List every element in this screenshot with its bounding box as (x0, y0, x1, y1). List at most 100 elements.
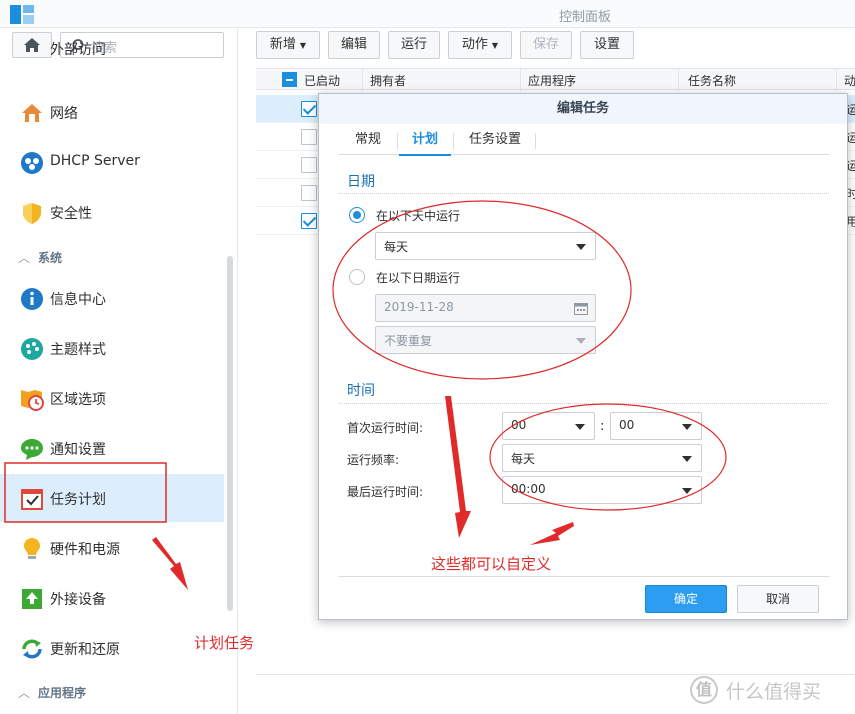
sidebar-item-theme[interactable]: 主题样式 (0, 324, 224, 372)
annotation-customizable: 这些都可以自定义 (431, 555, 552, 573)
create-button[interactable]: 新增 ▼ (256, 31, 320, 59)
sidebar-item-hardware-power[interactable]: 硬件和电源 (0, 524, 224, 572)
dropdown-arrow-icon (682, 456, 692, 462)
sidebar: 搜索 外部访问 网络 DHCP Server 安全性 ︿ 系统 信息中心 主题样… (0, 28, 238, 714)
sidebar-item-notification[interactable]: 通知设置 (0, 424, 224, 472)
sidebar-item-update-restore[interactable]: 更新和还原 (0, 624, 224, 672)
sidebar-item-dhcp-server[interactable]: DHCP Server (0, 138, 224, 186)
section-label: 系统 (38, 251, 63, 265)
ok-button[interactable]: 确定 (645, 585, 727, 613)
sidebar-item-label: 网络 (50, 106, 78, 122)
action-button-label: 动作 (461, 37, 488, 52)
run-on-date-radio[interactable] (349, 269, 365, 285)
create-button-label: 新增 (269, 37, 296, 52)
sidebar-item-regional-options[interactable]: 区域选项 (0, 374, 224, 422)
sidebar-item-label: 信息中心 (50, 292, 106, 308)
sidebar-item-info-center[interactable]: 信息中心 (0, 274, 224, 322)
annotation-scheduled-task: 计划任务 (194, 634, 255, 652)
run-button[interactable]: 运行 (388, 31, 440, 59)
select-all-checkbox[interactable] (282, 72, 297, 87)
dhcp-server-icon (21, 152, 43, 174)
frequency-label: 运行频率: (347, 453, 400, 467)
sidebar-item-label: 安全性 (50, 206, 92, 222)
dropdown-arrow-icon (575, 424, 585, 430)
run-on-days-radio[interactable] (349, 207, 365, 223)
run-on-days-label: 在以下天中运行 (376, 209, 461, 223)
dropdown-arrow-icon (576, 244, 586, 250)
caret-down-icon: ▼ (491, 41, 499, 50)
edit-button[interactable]: 编辑 (328, 31, 380, 59)
first-run-hour-value: 00 (511, 418, 527, 432)
sidebar-item-label: 任务计划 (50, 492, 106, 508)
theme-palette-icon (21, 338, 43, 360)
days-select-value: 每天 (384, 240, 409, 254)
sidebar-item-task-scheduler[interactable]: 任务计划 (0, 474, 224, 522)
settings-button[interactable]: 设置 (580, 31, 634, 59)
action-button[interactable]: 动作 ▼ (448, 31, 512, 59)
enabled-checkbox[interactable] (301, 185, 317, 201)
section-divider (339, 193, 829, 194)
last-run-time-value: 00:00 (511, 482, 546, 496)
notification-icon (21, 439, 43, 460)
tab-general[interactable]: 常规 (339, 125, 397, 155)
section-divider (339, 403, 829, 404)
enabled-checkbox[interactable] (301, 101, 317, 117)
edit-task-dialog: 编辑任务 常规 计划 任务设置 日期 在以下天中运行 每天 在以下日期运行 20… (318, 93, 848, 620)
column-header-owner[interactable]: 拥有者 (370, 72, 406, 89)
table-header: 已启动 拥有者 应用程序 任务名称 动 (256, 68, 855, 91)
sidebar-item-security[interactable]: 安全性 (0, 188, 224, 236)
dialog-title: 编辑任务 (319, 94, 847, 124)
divider (256, 674, 855, 675)
column-header-application[interactable]: 应用程序 (528, 72, 576, 89)
repeat-select[interactable]: 不要重复 (375, 326, 596, 354)
sidebar-item-label: 区域选项 (50, 392, 106, 408)
column-header-action[interactable]: 动 (844, 72, 855, 89)
sidebar-item-external-access[interactable]: 外部访问 (0, 42, 224, 72)
sidebar-item-network[interactable]: 网络 (0, 88, 224, 136)
sidebar-item-label: 更新和还原 (50, 642, 120, 658)
sidebar-item-label: 主题样式 (50, 342, 106, 358)
tab-schedule[interactable]: 计划 (399, 125, 451, 156)
watermark-logo-icon: 值 (690, 676, 718, 704)
section-apps[interactable]: ︿ 应用程序 (18, 684, 86, 701)
column-header-enabled[interactable]: 已启动 (304, 72, 340, 89)
frequency-select-value: 每天 (511, 452, 536, 466)
time-section-title: 时间 (347, 383, 375, 399)
sidebar-scrollbar[interactable] (227, 256, 233, 611)
date-section-title: 日期 (347, 174, 375, 190)
sidebar-item-label: 外接设备 (50, 592, 106, 608)
cancel-button[interactable]: 取消 (737, 585, 819, 613)
chevron-up-icon: ︿ (18, 686, 31, 700)
date-field[interactable]: 2019-11-28 (375, 294, 596, 322)
frequency-select[interactable]: 每天 (502, 444, 702, 472)
calendar-icon (574, 303, 588, 315)
caret-down-icon: ▼ (299, 41, 307, 50)
column-header-task-name[interactable]: 任务名称 (688, 72, 736, 89)
external-devices-icon (22, 589, 42, 609)
dialog-footer-divider (339, 576, 829, 577)
security-shield-icon (23, 203, 41, 224)
first-run-hour-select[interactable]: 00 (502, 412, 595, 440)
first-run-minute-select[interactable]: 00 (610, 412, 702, 440)
update-restore-icon (22, 639, 42, 659)
enabled-checkbox[interactable] (301, 213, 317, 229)
last-run-time-label: 最后运行时间: (347, 485, 424, 499)
regional-options-icon (21, 390, 44, 411)
dropdown-arrow-icon (576, 338, 586, 344)
section-system[interactable]: ︿ 系统 (18, 249, 62, 266)
section-label: 应用程序 (38, 686, 87, 700)
tab-task-settings[interactable]: 任务设置 (455, 125, 535, 155)
enabled-checkbox[interactable] (301, 129, 317, 145)
sidebar-item-external-devices[interactable]: 外接设备 (0, 574, 224, 622)
enabled-checkbox[interactable] (301, 157, 317, 173)
days-select[interactable]: 每天 (375, 232, 596, 260)
date-field-value: 2019-11-28 (384, 300, 454, 314)
save-button[interactable]: 保存 (520, 31, 572, 59)
sidebar-item-label: 外部访问 (50, 42, 106, 58)
dialog-tabs: 常规 计划 任务设置 (339, 125, 829, 156)
dropdown-arrow-icon (682, 424, 692, 430)
window-title: 控制面板 (558, 10, 611, 25)
sidebar-item-label: 通知设置 (50, 442, 106, 458)
hardware-power-icon (24, 538, 40, 559)
last-run-time-select[interactable]: 00:00 (502, 476, 702, 504)
